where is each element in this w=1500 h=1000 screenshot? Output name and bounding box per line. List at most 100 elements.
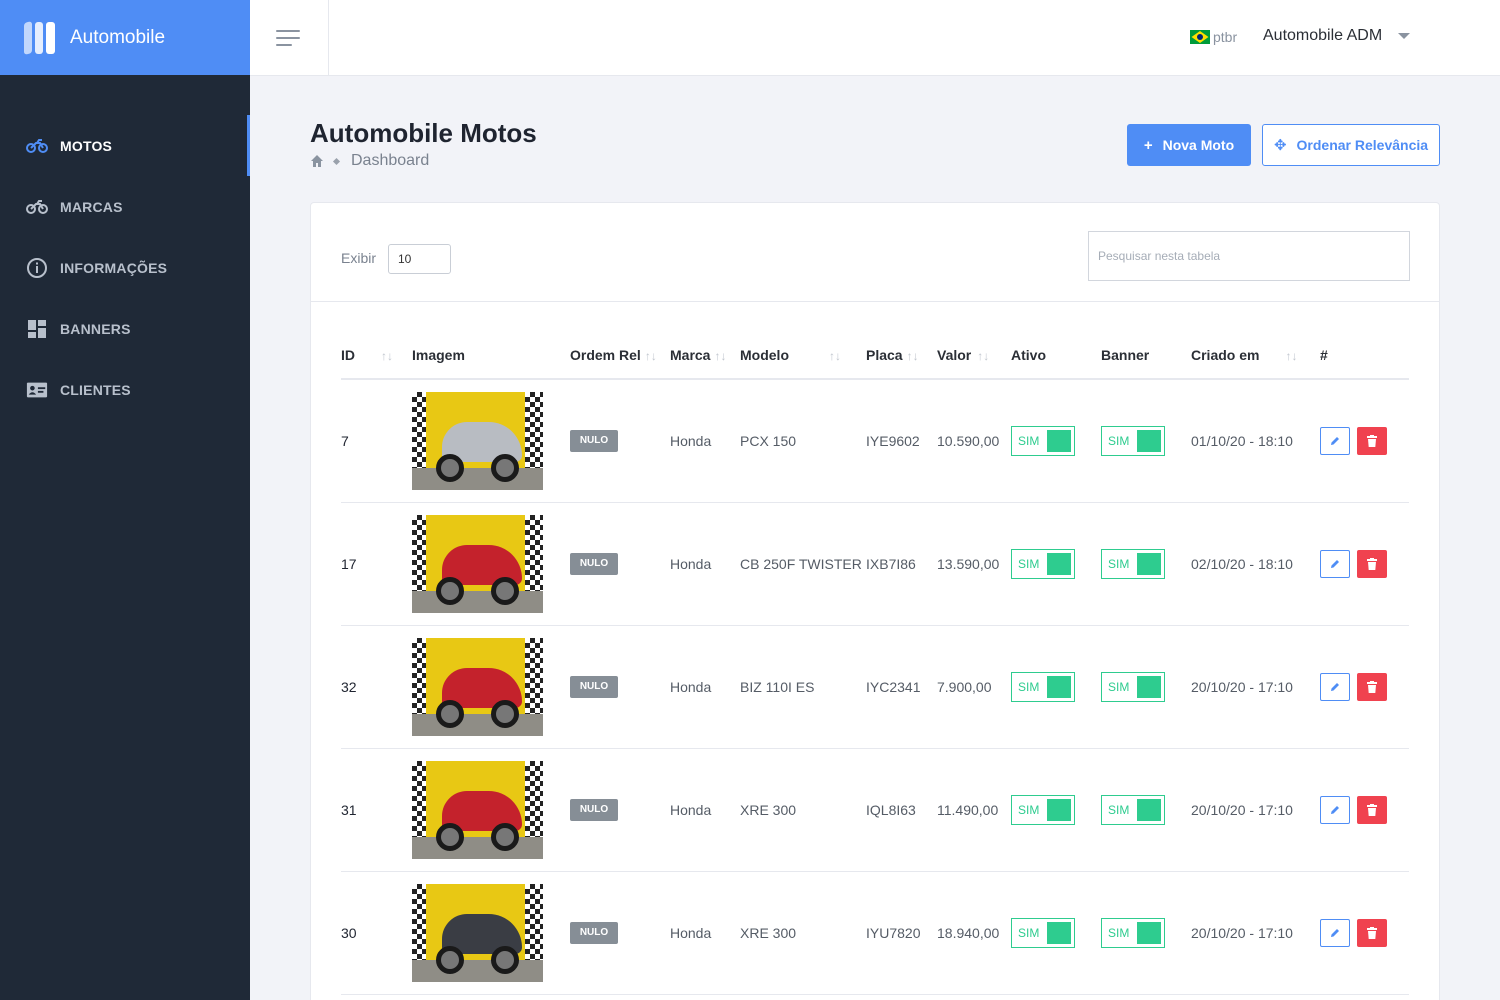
col-order-label: Ordem Rel [570,346,641,363]
col-plate[interactable]: Placa ↑↓ [866,331,937,380]
chevron-down-icon [1398,33,1411,39]
delete-button[interactable] [1356,549,1387,578]
col-id[interactable]: ID ↑↓ [341,331,412,380]
cell-plate: IXB7I86 [866,502,937,626]
cell-brand: Honda [670,625,740,749]
new-moto-button[interactable]: + Nova Moto [1127,124,1251,166]
active-toggle-label: SIM [1018,679,1040,694]
sidebar-item-motos[interactable]: MOTOS [0,115,250,176]
sidebar-nav: MOTOS MARCAS INFORMAÇÕES BANNERS CLIENTE… [0,115,250,420]
cell-active: SIM [1011,871,1101,995]
sort-icon: ↑↓ [829,348,841,363]
edit-button[interactable] [1320,918,1350,947]
col-banner: Banner [1101,331,1191,380]
banner-toggle[interactable]: SIM [1101,548,1165,579]
table-search-input[interactable] [1088,231,1410,281]
user-menu[interactable]: Automobile ADM [1263,27,1411,45]
col-id-label: ID [341,346,355,363]
pencil-icon [1331,559,1339,568]
topbar: ptbr Automobile ADM [250,0,1500,76]
sidebar-item-clientes[interactable]: CLIENTES [0,359,250,420]
col-order[interactable]: Ordem Rel ↑↓ [570,331,670,380]
active-toggle[interactable]: SIM [1011,671,1075,702]
trash-icon [1366,680,1377,693]
cell-plate: IYU7820 [866,871,937,995]
banner-toggle[interactable]: SIM [1101,671,1165,702]
edit-button[interactable] [1320,426,1350,455]
row-created: 20/10/20 - 17:10 [1191,678,1293,695]
active-toggle[interactable]: SIM [1011,425,1075,456]
cell-value: 10.590,00 [937,379,1011,503]
delete-button[interactable] [1356,672,1387,701]
brand-name: Automobile [70,26,166,48]
user-name: Automobile ADM [1263,27,1383,44]
active-toggle-label: SIM [1018,556,1040,571]
row-created: 02/10/20 - 18:10 [1191,555,1293,572]
row-model: CB 250F TWISTER [740,555,862,572]
edit-button[interactable] [1320,795,1350,824]
row-brand: Honda [670,678,712,695]
sidebar-item-label: CLIENTES [60,381,131,398]
cell-order: NULO [570,871,670,995]
cell-created: 20/10/20 - 17:10 [1191,871,1320,995]
cell-value: 7.900,00 [937,625,1011,749]
sidebar-item-banners[interactable]: BANNERS [0,298,250,359]
col-created[interactable]: Criado em ↑↓ [1191,331,1320,380]
breadcrumb-current[interactable]: Dashboard [351,152,429,170]
cell-value: 13.590,00 [937,502,1011,626]
sidebar-item-label: MOTOS [60,137,113,154]
banner-toggle[interactable]: SIM [1101,794,1165,825]
col-value[interactable]: Valor ↑↓ [937,331,1011,380]
sidebar-item-marcas[interactable]: MARCAS [0,176,250,237]
delete-button[interactable] [1356,918,1387,947]
cell-created: 20/10/20 - 17:10 [1191,625,1320,749]
edit-button[interactable] [1320,549,1350,578]
pencil-icon [1331,436,1339,445]
motorcycle-icon [26,135,48,157]
home-icon[interactable] [310,154,324,168]
col-model[interactable]: Modelo ↑↓ [740,331,866,380]
cell-id: 30 [341,871,412,995]
row-value: 7.900,00 [937,678,992,695]
order-badge: NULO [570,675,618,698]
row-value: 11.490,00 [937,801,999,818]
active-toggle[interactable]: SIM [1011,794,1075,825]
brand[interactable]: Automobile [0,0,250,75]
trash-icon [1366,926,1377,939]
col-brand-label: Marca [670,346,711,363]
cell-created: 02/10/20 - 18:10 [1191,502,1320,626]
col-image-label: Imagem [412,346,465,363]
banner-toggle-label: SIM [1108,556,1130,571]
cell-order: NULO [570,379,670,503]
row-plate: IXB7I86 [866,555,916,572]
sidebar-item-informacoes[interactable]: INFORMAÇÕES [0,237,250,298]
cell-actions [1320,379,1409,503]
col-created-label: Criado em [1191,346,1260,363]
cell-active: SIM [1011,502,1101,626]
cell-active: SIM [1011,625,1101,749]
banner-toggle[interactable]: SIM [1101,425,1165,456]
language-selector[interactable]: ptbr [1190,29,1237,45]
motos-table: ID ↑↓ Imagem Ordem Rel ↑↓ Marca ↑↓ Modelo ↑↓… [341,331,1409,995]
motorcycle-photo [412,391,543,490]
cell-banner: SIM [1101,748,1191,872]
col-brand[interactable]: Marca ↑↓ [670,331,740,380]
banner-toggle[interactable]: SIM [1101,917,1165,948]
row-plate: IYE9602 [866,432,920,449]
cell-id: 17 [341,502,412,626]
move-arrows-icon: ✥ [1273,137,1287,154]
active-toggle[interactable]: SIM [1011,548,1075,579]
motorcycle-photo [412,514,543,613]
active-toggle[interactable]: SIM [1011,917,1075,948]
edit-button[interactable] [1320,672,1350,701]
sidebar-item-label: MARCAS [60,198,123,215]
cell-id: 7 [341,379,412,503]
order-relevance-button[interactable]: ✥ Ordenar Relevância [1262,124,1440,166]
delete-button[interactable] [1356,426,1387,455]
cell-value: 18.940,00 [937,871,1011,995]
menu-toggle-icon[interactable] [250,0,329,76]
col-model-label: Modelo [740,346,789,363]
col-plate-label: Placa [866,346,903,363]
delete-button[interactable] [1356,795,1387,824]
show-entries-select[interactable]: 10 [388,244,451,274]
